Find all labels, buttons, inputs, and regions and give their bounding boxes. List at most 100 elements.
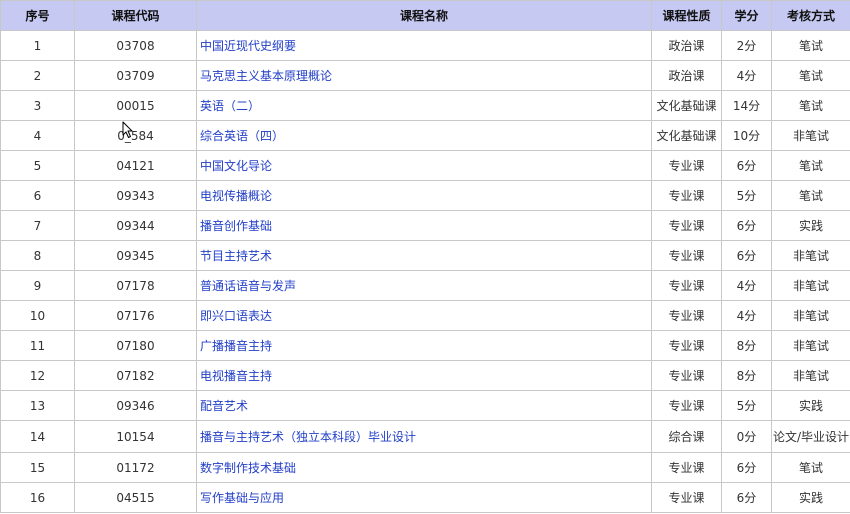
course-name-link[interactable]: 英语（二） [200, 99, 260, 113]
course-name-link[interactable]: 配音艺术 [200, 399, 248, 413]
cell-exam-method: 非笔试 [771, 240, 850, 271]
cell-course-name: 节目主持艺术 [196, 240, 652, 271]
cell-credit: 5分 [721, 180, 772, 211]
cell-course-code: 01172 [74, 452, 197, 483]
cell-exam-method: 笔试 [771, 30, 850, 61]
cell-course-name: 综合英语（四） [196, 120, 652, 151]
cell-index: 13 [0, 390, 75, 421]
cell-index: 16 [0, 482, 75, 513]
cell-course-type: 政治课 [651, 30, 722, 61]
cell-course-name: 电视传播概论 [196, 180, 652, 211]
cell-course-type: 专业课 [651, 180, 722, 211]
cell-credit: 4分 [721, 270, 772, 301]
course-name-link[interactable]: 中国文化导论 [200, 159, 272, 173]
cell-exam-method: 非笔试 [771, 330, 850, 361]
cell-course-code: 03708 [74, 30, 197, 61]
course-name-link[interactable]: 播音与主持艺术（独立本科段）毕业设计 [200, 430, 416, 444]
course-name-link[interactable]: 普通话语音与发声 [200, 279, 296, 293]
cell-course-code: 00015 [74, 90, 197, 121]
cell-course-code: 09344 [74, 210, 197, 241]
cell-course-type: 综合课 [651, 420, 722, 453]
cell-exam-method: 笔试 [771, 180, 850, 211]
header-type: 课程性质 [651, 0, 722, 31]
cell-exam-method: 笔试 [771, 60, 850, 91]
cell-course-type: 专业课 [651, 360, 722, 391]
cell-course-type: 专业课 [651, 330, 722, 361]
course-name-link[interactable]: 综合英语（四） [200, 129, 284, 143]
cell-course-code: 04515 [74, 482, 197, 513]
table-row: 2 03709 马克思主义基本原理概论 政治课 4分 笔试 [0, 60, 850, 91]
cell-exam-method: 非笔试 [771, 300, 850, 331]
cell-course-type: 专业课 [651, 270, 722, 301]
cell-credit: 6分 [721, 452, 772, 483]
cell-course-type: 文化基础课 [651, 120, 722, 151]
table-header-row: 序号 课程代码 课程名称 课程性质 学分 考核方式 [0, 0, 850, 31]
cell-course-type: 专业课 [651, 240, 722, 271]
cell-credit: 6分 [721, 482, 772, 513]
table-row: 14 10154 播音与主持艺术（独立本科段）毕业设计 综合课 0分 论文/毕业设计 [0, 420, 850, 453]
table-row: 7 09344 播音创作基础 专业课 6分 实践 [0, 210, 850, 241]
header-name: 课程名称 [196, 0, 652, 31]
cell-credit: 0分 [721, 420, 772, 453]
table-row: 3 00015 英语（二） 文化基础课 14分 笔试 [0, 90, 850, 121]
cell-exam-method: 笔试 [771, 90, 850, 121]
cell-credit: 2分 [721, 30, 772, 61]
course-name-link[interactable]: 马克思主义基本原理概论 [200, 69, 332, 83]
cell-index: 2 [0, 60, 75, 91]
cell-exam-method: 实践 [771, 210, 850, 241]
cell-course-name: 播音与主持艺术（独立本科段）毕业设计 [196, 420, 652, 453]
table-row: 13 09346 配音艺术 专业课 5分 实践 [0, 390, 850, 421]
table-row: 8 09345 节目主持艺术 专业课 6分 非笔试 [0, 240, 850, 271]
cell-course-type: 专业课 [651, 482, 722, 513]
cell-course-code: 09345 [74, 240, 197, 271]
cell-exam-method: 实践 [771, 482, 850, 513]
table-row: 12 07182 电视播音主持 专业课 8分 非笔试 [0, 360, 850, 391]
cell-index: 8 [0, 240, 75, 271]
cell-course-name: 中国近现代史纲要 [196, 30, 652, 61]
cell-course-name: 普通话语音与发声 [196, 270, 652, 301]
header-code: 课程代码 [74, 0, 197, 31]
course-name-link[interactable]: 电视播音主持 [200, 369, 272, 383]
cell-course-name: 写作基础与应用 [196, 482, 652, 513]
course-name-link[interactable]: 即兴口语表达 [200, 309, 272, 323]
cell-index: 5 [0, 150, 75, 181]
cell-course-type: 专业课 [651, 150, 722, 181]
cell-credit: 6分 [721, 150, 772, 181]
cell-exam-method: 非笔试 [771, 120, 850, 151]
header-credit: 学分 [721, 0, 772, 31]
cell-course-name: 播音创作基础 [196, 210, 652, 241]
course-name-link[interactable]: 数字制作技术基础 [200, 461, 296, 475]
cell-course-name: 广播播音主持 [196, 330, 652, 361]
cell-index: 3 [0, 90, 75, 121]
cell-course-code: 07178 [74, 270, 197, 301]
cell-exam-method: 笔试 [771, 150, 850, 181]
cell-course-name: 即兴口语表达 [196, 300, 652, 331]
course-name-link[interactable]: 节目主持艺术 [200, 249, 272, 263]
cell-exam-method: 非笔试 [771, 270, 850, 301]
cell-course-type: 文化基础课 [651, 90, 722, 121]
cell-index: 9 [0, 270, 75, 301]
cell-exam-method: 实践 [771, 390, 850, 421]
course-name-link[interactable]: 电视传播概论 [200, 189, 272, 203]
cell-credit: 5分 [721, 390, 772, 421]
course-name-link[interactable]: 中国近现代史纲要 [200, 39, 296, 53]
cell-course-name: 数字制作技术基础 [196, 452, 652, 483]
course-name-link[interactable]: 播音创作基础 [200, 219, 272, 233]
cell-course-code: 07180 [74, 330, 197, 361]
cell-index: 4 [0, 120, 75, 151]
cell-credit: 4分 [721, 60, 772, 91]
course-name-link[interactable]: 写作基础与应用 [200, 491, 284, 505]
cell-course-name: 马克思主义基本原理概论 [196, 60, 652, 91]
table-row: 6 09343 电视传播概论 专业课 5分 笔试 [0, 180, 850, 211]
cell-credit: 8分 [721, 330, 772, 361]
cell-course-name: 中国文化导论 [196, 150, 652, 181]
cell-index: 14 [0, 420, 75, 453]
cell-index: 6 [0, 180, 75, 211]
table-row: 1 03708 中国近现代史纲要 政治课 2分 笔试 [0, 30, 850, 61]
cell-course-code: 09346 [74, 390, 197, 421]
course-name-link[interactable]: 广播播音主持 [200, 339, 272, 353]
cell-credit: 14分 [721, 90, 772, 121]
header-index: 序号 [0, 0, 75, 31]
cell-index: 12 [0, 360, 75, 391]
cell-exam-method: 非笔试 [771, 360, 850, 391]
